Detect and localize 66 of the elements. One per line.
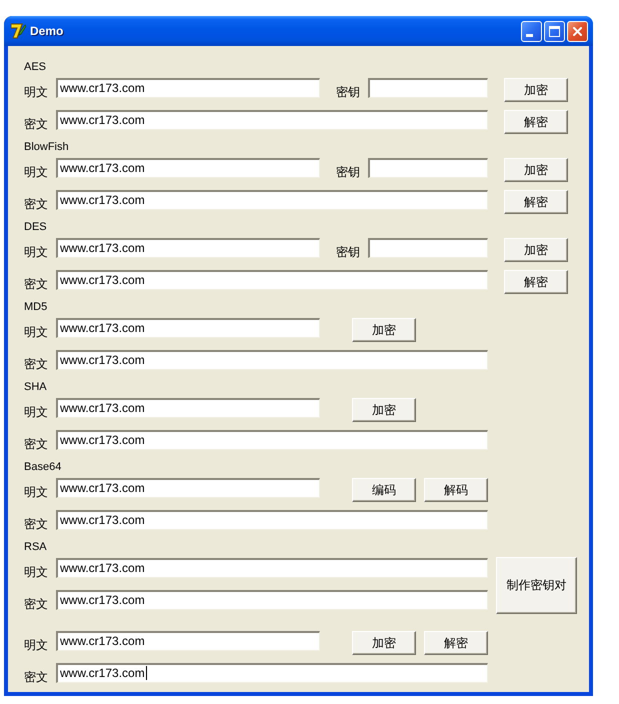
section-title: AES xyxy=(24,60,48,74)
action-button[interactable]: 制作密钥对 xyxy=(496,557,577,614)
field-label: 密文 xyxy=(24,596,49,611)
field-label: 密文 xyxy=(24,356,49,371)
action-button[interactable]: 加密 xyxy=(352,398,416,422)
key-field[interactable] xyxy=(368,78,488,98)
text-field[interactable]: www.cr173.com xyxy=(56,510,488,530)
text-field[interactable]: www.cr173.com xyxy=(56,558,488,578)
close-button[interactable] xyxy=(567,20,588,42)
field-label: 明文 xyxy=(24,84,49,99)
action-button[interactable]: 加密 xyxy=(352,318,416,342)
action-button[interactable]: 加密 xyxy=(352,631,416,655)
key-field[interactable] xyxy=(368,158,488,178)
section-title: MD5 xyxy=(24,300,48,314)
text-field[interactable]: www.cr173.com xyxy=(56,590,488,610)
text-field[interactable]: www.cr173.com xyxy=(56,478,320,498)
field-label: 明文 xyxy=(24,324,49,339)
section-title: RSA xyxy=(24,540,48,554)
app-icon xyxy=(10,23,26,39)
text-field[interactable]: www.cr173.com xyxy=(56,398,320,418)
action-button[interactable]: 解码 xyxy=(424,478,488,502)
field-label: 密文 xyxy=(24,436,49,451)
field-label: 明文 xyxy=(24,164,49,179)
text-field[interactable]: www.cr173.com xyxy=(56,190,488,210)
field-label: 密文 xyxy=(24,516,49,531)
text-field[interactable]: www.cr173.com xyxy=(56,238,320,258)
text-field[interactable]: www.cr173.com xyxy=(56,350,488,370)
field-label: 明文 xyxy=(24,404,49,419)
section-title: BlowFish xyxy=(24,140,70,154)
window-title: Demo xyxy=(30,24,64,38)
field-label: 密文 xyxy=(24,276,49,291)
text-field[interactable]: www.cr173.com xyxy=(56,318,320,338)
action-button[interactable]: 解密 xyxy=(504,270,568,294)
section-title: SHA xyxy=(24,380,48,394)
field-label: 明文 xyxy=(24,564,49,579)
key-label: 密钥 xyxy=(336,84,361,99)
text-field[interactable]: www.cr173.com xyxy=(56,110,488,130)
text-field[interactable]: www.cr173.com xyxy=(56,158,320,178)
text-field[interactable]: www.cr173.com xyxy=(56,430,488,450)
text-field[interactable]: www.cr173.com xyxy=(56,663,488,683)
key-field[interactable] xyxy=(368,238,488,258)
action-button[interactable]: 解密 xyxy=(504,110,568,134)
action-button[interactable]: 加密 xyxy=(504,238,568,262)
text-field[interactable]: www.cr173.com xyxy=(56,78,320,98)
action-button[interactable]: 加密 xyxy=(504,158,568,182)
action-button[interactable]: 编码 xyxy=(352,478,416,502)
field-label: 密文 xyxy=(24,669,49,684)
field-label: 明文 xyxy=(24,637,49,652)
section-title: Base64 xyxy=(24,460,62,474)
maximize-button[interactable] xyxy=(544,20,565,42)
action-button[interactable]: 加密 xyxy=(504,78,568,102)
key-label: 密钥 xyxy=(336,244,361,259)
key-label: 密钥 xyxy=(336,164,361,179)
action-button[interactable]: 解密 xyxy=(504,190,568,214)
field-label: 明文 xyxy=(24,244,49,259)
section-title: DES xyxy=(24,220,48,234)
close-icon xyxy=(573,26,582,36)
text-field[interactable]: www.cr173.com xyxy=(56,631,320,651)
minimize-button[interactable] xyxy=(521,20,542,42)
maximize-icon xyxy=(549,26,560,36)
text-field[interactable]: www.cr173.com xyxy=(56,270,488,290)
minimize-icon xyxy=(526,34,533,36)
field-label: 密文 xyxy=(24,196,49,211)
action-button[interactable]: 解密 xyxy=(424,631,488,655)
field-label: 明文 xyxy=(24,484,49,499)
field-label: 密文 xyxy=(24,116,49,131)
